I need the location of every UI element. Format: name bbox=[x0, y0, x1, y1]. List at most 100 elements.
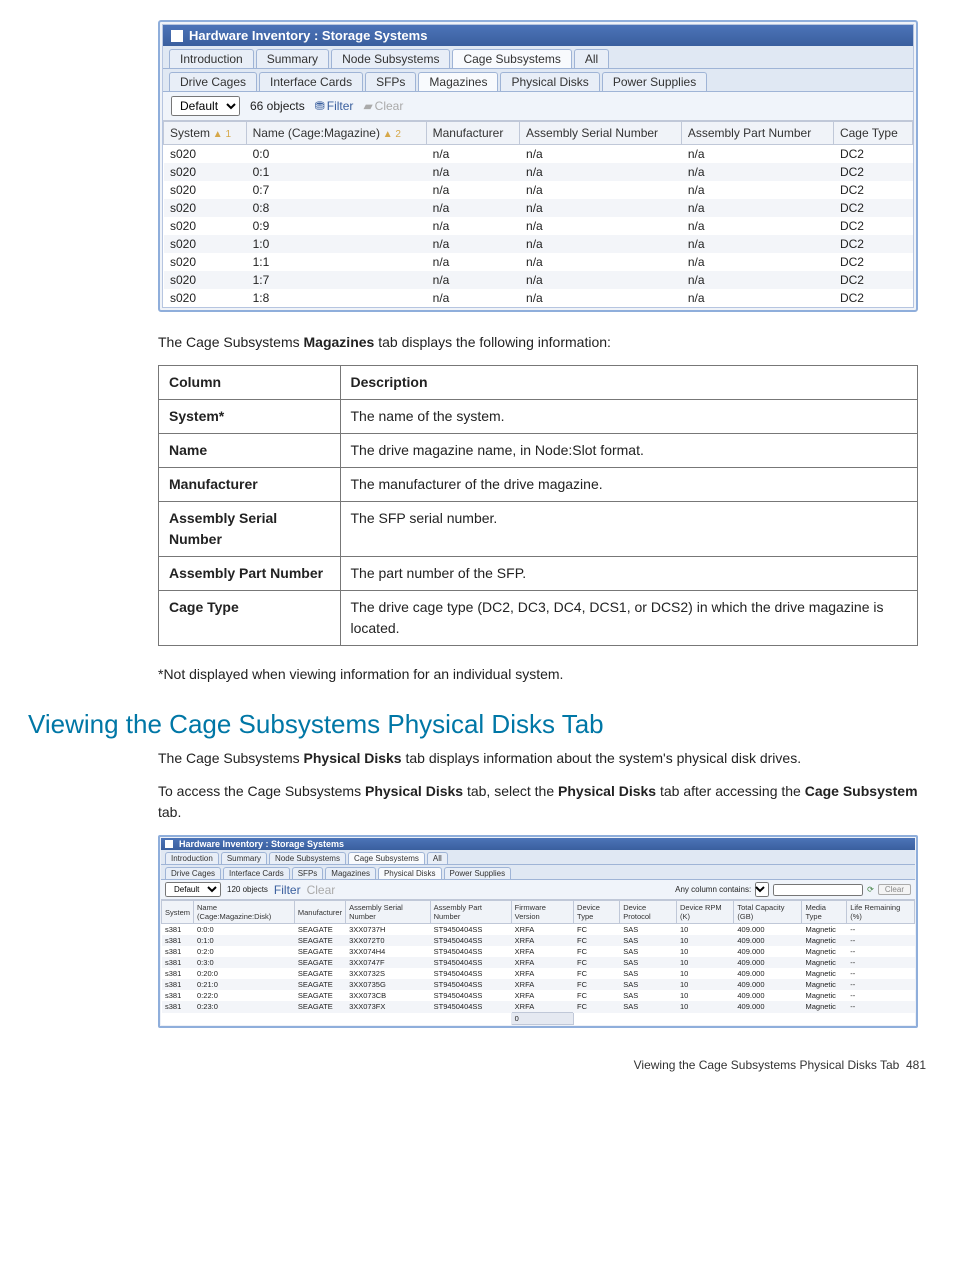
view-select[interactable]: Default bbox=[165, 882, 221, 897]
view-select[interactable]: Default bbox=[171, 96, 240, 116]
filter-button[interactable]: Filter bbox=[274, 883, 301, 897]
cell: 3XX0737H bbox=[346, 924, 431, 936]
data-grid-wrapper[interactable]: System ▲ 1Name (Cage:Magazine) ▲ 2Manufa… bbox=[163, 120, 913, 307]
cell: FC bbox=[574, 946, 620, 957]
table-row: Assembly Part NumberThe part number of t… bbox=[159, 557, 918, 591]
tab-all[interactable]: All bbox=[427, 852, 448, 864]
filter-button[interactable]: ⛃ Filter bbox=[315, 99, 354, 113]
clear-button[interactable]: ▰ Clear bbox=[363, 99, 403, 113]
tab-summary[interactable]: Summary bbox=[221, 852, 267, 864]
filter-bar: Default 66 objects ⛃ Filter ▰ Clear bbox=[163, 92, 913, 120]
table-row[interactable]: s0201:0n/an/an/aDC2 bbox=[164, 235, 913, 253]
tab-summary[interactable]: Summary bbox=[256, 49, 329, 68]
table-row[interactable]: s0200:0n/an/an/aDC2 bbox=[164, 145, 913, 164]
table-row[interactable]: s0201:1n/an/an/aDC2 bbox=[164, 253, 913, 271]
doc-th-description: Description bbox=[340, 366, 918, 400]
table-row: Cage TypeThe drive cage type (DC2, DC3, … bbox=[159, 591, 918, 646]
tab-drive-cages[interactable]: Drive Cages bbox=[169, 72, 257, 91]
table-row[interactable]: s0201:7n/an/an/aDC2 bbox=[164, 271, 913, 289]
magazines-grid: System ▲ 1Name (Cage:Magazine) ▲ 2Manufa… bbox=[163, 121, 913, 307]
tab-sfps[interactable]: SFPs bbox=[365, 72, 416, 91]
cell: ST9450404SS bbox=[430, 957, 511, 968]
table-row[interactable]: s3810:21:0SEAGATE3XX0735GST9450404SSXRFA… bbox=[162, 979, 915, 990]
footer-count: 0 bbox=[511, 1013, 573, 1025]
column-header[interactable]: Assembly Part Number bbox=[681, 122, 833, 145]
tab-node-subsystems[interactable]: Node Subsystems bbox=[269, 852, 346, 864]
cell: Magnetic bbox=[802, 979, 847, 990]
table-row[interactable]: s0201:8n/an/an/aDC2 bbox=[164, 289, 913, 307]
clear-search-button[interactable]: Clear bbox=[878, 884, 911, 895]
search-input[interactable] bbox=[773, 884, 863, 896]
column-header[interactable]: Name (Cage:Magazine) ▲ 2 bbox=[246, 122, 426, 145]
tab-power-supplies[interactable]: Power Supplies bbox=[602, 72, 707, 91]
physical-disks-screenshot: Hardware Inventory : Storage Systems Int… bbox=[158, 835, 918, 1028]
column-header[interactable]: Manufacturer bbox=[294, 901, 345, 924]
tab-physical-disks[interactable]: Physical Disks bbox=[378, 867, 442, 879]
cell: 3XX0747F bbox=[346, 957, 431, 968]
cell: XRFA bbox=[511, 1001, 573, 1013]
table-row[interactable]: s0200:7n/an/an/aDC2 bbox=[164, 181, 913, 199]
column-header[interactable]: Assembly Serial Number bbox=[520, 122, 682, 145]
column-header[interactable]: System bbox=[162, 901, 194, 924]
tab-all[interactable]: All bbox=[574, 49, 609, 68]
cell: ST9450404SS bbox=[430, 990, 511, 1001]
tab-drive-cages[interactable]: Drive Cages bbox=[165, 867, 221, 879]
cell: DC2 bbox=[833, 217, 912, 235]
tab-interface-cards[interactable]: Interface Cards bbox=[223, 867, 290, 879]
table-row[interactable]: s0200:1n/an/an/aDC2 bbox=[164, 163, 913, 181]
table-row[interactable]: s3810:1:0SEAGATE3XX072T0ST9450404SSXRFAF… bbox=[162, 935, 915, 946]
tab-physical-disks[interactable]: Physical Disks bbox=[500, 72, 599, 91]
column-header[interactable]: Name (Cage:Magazine:Disk) bbox=[194, 901, 295, 924]
cell: FC bbox=[574, 990, 620, 1001]
tab-magazines[interactable]: Magazines bbox=[325, 867, 376, 879]
column-header[interactable]: Device Protocol bbox=[620, 901, 677, 924]
column-header[interactable]: Manufacturer bbox=[426, 122, 519, 145]
table-row[interactable]: s3810:2:0SEAGATE3XX074H4ST9450404SSXRFAF… bbox=[162, 946, 915, 957]
object-count: 66 objects bbox=[250, 99, 305, 113]
data-grid-wrapper[interactable]: SystemName (Cage:Magazine:Disk)Manufactu… bbox=[161, 899, 915, 1025]
cell: ST9450404SS bbox=[430, 924, 511, 936]
column-header[interactable]: Media Type bbox=[802, 901, 847, 924]
cell: SEAGATE bbox=[294, 957, 345, 968]
cell: ST9450404SS bbox=[430, 979, 511, 990]
tab-node-subsystems[interactable]: Node Subsystems bbox=[331, 49, 450, 68]
tab-sfps[interactable]: SFPs bbox=[292, 867, 324, 879]
tab-introduction[interactable]: Introduction bbox=[165, 852, 219, 864]
cell: s020 bbox=[164, 289, 247, 307]
refresh-icon[interactable]: ⟳ bbox=[867, 885, 874, 894]
tab-interface-cards[interactable]: Interface Cards bbox=[259, 72, 363, 91]
cell: 409.000 bbox=[734, 968, 802, 979]
cell: s020 bbox=[164, 271, 247, 289]
tab-magazines[interactable]: Magazines bbox=[418, 72, 498, 91]
cell: XRFA bbox=[511, 935, 573, 946]
table-row[interactable]: s3810:23:0SEAGATE3XX073FXST9450404SSXRFA… bbox=[162, 1001, 915, 1013]
table-row[interactable]: s3810:0:0SEAGATE3XX0737HST9450404SSXRFAF… bbox=[162, 924, 915, 936]
tab-introduction[interactable]: Introduction bbox=[169, 49, 254, 68]
tab-cage-subsystems[interactable]: Cage Subsystems bbox=[452, 49, 571, 68]
cell: -- bbox=[847, 1001, 915, 1013]
clear-button[interactable]: Clear bbox=[307, 883, 336, 897]
cell: 3XX074H4 bbox=[346, 946, 431, 957]
search-mode-select[interactable] bbox=[755, 882, 769, 897]
table-row[interactable]: s3810:20:0SEAGATE3XX0732SST9450404SSXRFA… bbox=[162, 968, 915, 979]
column-header[interactable]: Cage Type bbox=[833, 122, 912, 145]
cell: 10 bbox=[676, 990, 733, 1001]
column-header[interactable]: Device Type bbox=[574, 901, 620, 924]
tab-power-supplies[interactable]: Power Supplies bbox=[444, 867, 512, 879]
cell: n/a bbox=[520, 289, 682, 307]
cell: ST9450404SS bbox=[430, 968, 511, 979]
column-header[interactable]: Firmware Version bbox=[511, 901, 573, 924]
column-header[interactable]: Assembly Serial Number bbox=[346, 901, 431, 924]
column-header[interactable]: Device RPM (K) bbox=[676, 901, 733, 924]
table-row[interactable]: s3810:3:0SEAGATE3XX0747FST9450404SSXRFAF… bbox=[162, 957, 915, 968]
tab-cage-subsystems[interactable]: Cage Subsystems bbox=[348, 852, 425, 864]
table-row[interactable]: s0200:9n/an/an/aDC2 bbox=[164, 217, 913, 235]
column-header[interactable]: Assembly Part Number bbox=[430, 901, 511, 924]
column-header[interactable]: System ▲ 1 bbox=[164, 122, 247, 145]
table-row[interactable]: s3810:22:0SEAGATE3XX073CBST9450404SSXRFA… bbox=[162, 990, 915, 1001]
column-header[interactable]: Life Remaining (%) bbox=[847, 901, 915, 924]
column-header[interactable]: Total Capacity (GB) bbox=[734, 901, 802, 924]
cell: FC bbox=[574, 1001, 620, 1013]
table-row[interactable]: s0200:8n/an/an/aDC2 bbox=[164, 199, 913, 217]
cell: SAS bbox=[620, 946, 677, 957]
